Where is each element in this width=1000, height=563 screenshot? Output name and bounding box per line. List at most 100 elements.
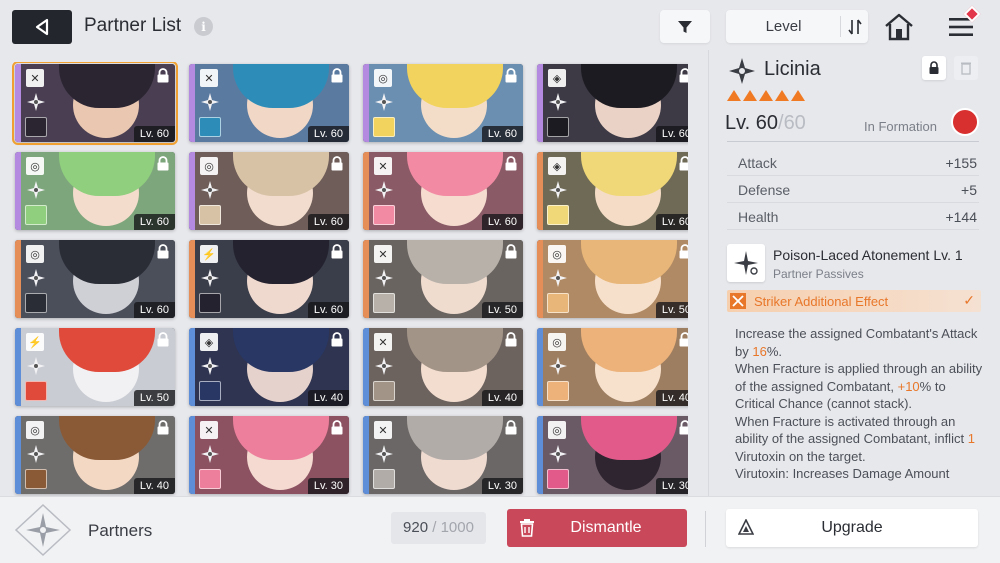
lock-icon[interactable] <box>330 420 344 435</box>
assigned-combatant-avatar <box>25 469 47 489</box>
info-icon[interactable]: i <box>194 17 213 36</box>
passive-skill-icon[interactable] <box>727 244 765 282</box>
assigned-combatant-avatar <box>547 381 569 401</box>
lock-icon[interactable] <box>156 420 170 435</box>
formation-avatar[interactable] <box>951 108 979 136</box>
partner-card[interactable]: ◎ Lv. 60 <box>15 240 175 318</box>
lock-icon[interactable] <box>156 332 170 347</box>
striker-effect-bar: Striker Additional Effect ✓ <box>727 290 981 312</box>
partner-card[interactable]: ◎ Lv. 40 <box>537 328 688 406</box>
lock-icon[interactable] <box>678 420 688 435</box>
lock-icon[interactable] <box>504 156 518 171</box>
filter-icon <box>678 20 692 33</box>
partner-type-icon: ✕ <box>26 69 44 87</box>
partner-card[interactable]: ◈ Lv. 40 <box>189 328 349 406</box>
partners-label: Partners <box>88 521 153 540</box>
partner-card[interactable]: ◎ Lv. 40 <box>15 416 175 494</box>
sort-dropdown[interactable]: Level <box>726 10 868 43</box>
partner-card[interactable]: ◎ Lv. 30 <box>537 416 688 494</box>
partner-card[interactable]: ◎ Lv. 50 <box>537 240 688 318</box>
partner-card[interactable]: ✕ Lv. 60 <box>189 64 349 142</box>
upgrade-label: Upgrade <box>821 519 883 536</box>
partner-card[interactable]: ◎ Lv. 60 <box>363 64 523 142</box>
stat-value: +5 <box>961 182 977 198</box>
partner-card[interactable]: ✕ Lv. 50 <box>363 240 523 318</box>
partner-card[interactable]: ⚡ Lv. 50 <box>15 328 175 406</box>
shuriken-icon <box>27 181 45 199</box>
lock-icon[interactable] <box>156 68 170 83</box>
desc-paragraph: When Fracture is applied through an abil… <box>735 360 983 413</box>
lock-icon[interactable] <box>504 244 518 259</box>
lock-icon[interactable] <box>330 244 344 259</box>
partner-level: Lv. 60 <box>307 214 349 230</box>
partner-card[interactable]: ✕ Lv. 60 <box>363 152 523 230</box>
lock-icon[interactable] <box>156 244 170 259</box>
shuriken-icon <box>549 269 567 287</box>
assigned-combatant-avatar <box>25 293 47 313</box>
lock-icon[interactable] <box>330 332 344 347</box>
desc-paragraph: Virutoxin: Increases Damage Amount <box>735 466 950 481</box>
bottom-bar: Partners 920 / 1000 Dismantle Upgrade <box>0 496 1000 563</box>
lock-icon[interactable] <box>504 68 518 83</box>
assigned-combatant-avatar <box>373 293 395 313</box>
partner-level: Lv. 50 <box>133 390 175 406</box>
lock-icon[interactable] <box>156 156 170 171</box>
partner-card[interactable]: ✕ Lv. 30 <box>363 416 523 494</box>
lock-icon[interactable] <box>504 332 518 347</box>
rank-triangle-icon <box>791 90 805 101</box>
lock-toggle-button[interactable] <box>922 56 946 80</box>
sparkle-icon <box>734 251 758 275</box>
partner-card[interactable]: ◈ Lv. 60 <box>537 152 688 230</box>
partner-type-icon: ◎ <box>200 157 218 175</box>
shuriken-icon <box>201 445 219 463</box>
crossed-blades-icon <box>730 293 746 309</box>
shuriken-icon <box>201 93 219 111</box>
back-button[interactable] <box>12 10 72 44</box>
lock-icon[interactable] <box>330 68 344 83</box>
stat-value: +155 <box>945 155 977 171</box>
desc-paragraph: Increase the assigned Combatant's Attack… <box>735 325 983 360</box>
partner-card[interactable]: ✕ Lv. 40 <box>363 328 523 406</box>
partner-card[interactable]: ✕ Lv. 30 <box>189 416 349 494</box>
formation-status: In Formation <box>864 119 937 134</box>
lock-icon[interactable] <box>678 156 688 171</box>
lock-icon[interactable] <box>678 68 688 83</box>
partner-level: Lv. 30 <box>481 478 523 494</box>
discard-button[interactable] <box>954 56 978 80</box>
rank-triangle-icon <box>775 90 789 101</box>
partner-type-icon: ✕ <box>200 69 218 87</box>
partner-type-icon: ✕ <box>374 333 392 351</box>
partner-level: Lv. 50 <box>481 302 523 318</box>
desc-value: 1 <box>967 431 975 446</box>
assigned-combatant-avatar <box>199 293 221 313</box>
lock-icon[interactable] <box>678 332 688 347</box>
count-current: 920 <box>403 519 429 536</box>
partner-card[interactable]: ⚡ Lv. 60 <box>189 240 349 318</box>
partner-level: Lv. 60 <box>481 214 523 230</box>
partners-emblem-icon <box>14 503 72 557</box>
partner-card[interactable]: ✕ Lv. 60 <box>12 62 178 145</box>
partner-type-icon: ◈ <box>548 157 566 175</box>
partner-name: Licinia <box>764 58 821 80</box>
shuriken-icon <box>375 181 393 199</box>
lock-icon[interactable] <box>330 156 344 171</box>
lock-icon[interactable] <box>504 420 518 435</box>
partner-card[interactable]: ◈ Lv. 60 <box>537 64 688 142</box>
skill-subtitle: Partner Passives <box>773 267 864 281</box>
partner-card[interactable]: ◎ Lv. 60 <box>15 152 175 230</box>
level-current: Lv. 60 <box>725 112 778 134</box>
sort-direction-icon[interactable] <box>840 16 868 37</box>
partner-level: Lv. 60 <box>655 214 688 230</box>
assigned-combatant-avatar <box>547 205 569 225</box>
filter-button[interactable] <box>660 10 710 43</box>
effect-description[interactable]: Increase the assigned Combatant's Attack… <box>735 325 983 492</box>
upgrade-button[interactable]: Upgrade <box>726 509 978 547</box>
dismantle-button[interactable]: Dismantle <box>507 509 687 547</box>
assigned-combatant-avatar <box>547 117 569 137</box>
partner-type-icon: ✕ <box>374 245 392 263</box>
lock-icon[interactable] <box>678 244 688 259</box>
partner-card[interactable]: ◎ Lv. 60 <box>189 152 349 230</box>
home-button[interactable] <box>882 11 916 43</box>
shuriken-icon <box>27 445 45 463</box>
partner-type-icon: ◎ <box>26 421 44 439</box>
